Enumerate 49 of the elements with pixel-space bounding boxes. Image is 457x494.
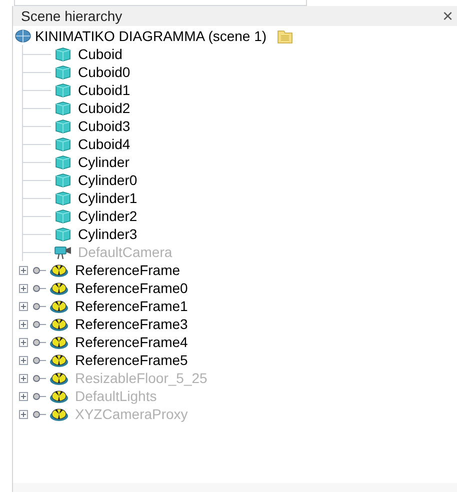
tree-item[interactable]: Cylinder3 — [78, 224, 138, 244]
tree-item[interactable]: KINIMATIKO DIAGRAMMA (scene 1) — [35, 26, 267, 46]
cube-icon — [54, 136, 72, 152]
tree-item[interactable]: ReferenceFrame3 — [75, 314, 188, 334]
camera-icon — [53, 244, 73, 260]
tree-item[interactable]: Cuboid2 — [78, 98, 130, 118]
note-icon — [276, 28, 293, 44]
tree-item[interactable]: Cylinder1 — [78, 188, 138, 208]
tree-item[interactable]: Cuboid0 — [78, 62, 130, 82]
tree-item[interactable]: ReferenceFrame — [75, 260, 180, 280]
frame-icon — [49, 280, 69, 296]
frame-icon — [49, 334, 69, 350]
tree-item[interactable]: Cuboid3 — [78, 116, 130, 136]
cube-icon — [54, 208, 72, 224]
expand-icon[interactable] — [19, 338, 28, 346]
frame-icon — [49, 370, 69, 386]
cube-icon — [54, 82, 72, 98]
frame-icon — [49, 262, 69, 278]
expand-icon[interactable] — [19, 266, 28, 274]
cube-icon — [54, 64, 72, 80]
tree-item[interactable]: ReferenceFrame5 — [75, 350, 188, 370]
frame-icon — [49, 298, 69, 314]
frame-icon — [49, 352, 69, 368]
expand-icon[interactable] — [19, 284, 28, 292]
cube-icon — [54, 190, 72, 206]
cube-icon — [54, 100, 72, 116]
tree-item[interactable]: ReferenceFrame4 — [75, 332, 188, 352]
cube-icon — [54, 118, 72, 134]
tree-item[interactable]: ReferenceFrame1 — [75, 296, 188, 316]
frame-icon — [49, 388, 69, 404]
tree-item[interactable]: Cuboid — [78, 44, 122, 64]
frame-icon — [49, 316, 69, 332]
panel-title: Scene hierarchy — [21, 6, 122, 26]
tree-item[interactable]: Cylinder0 — [78, 170, 138, 190]
tree-item[interactable]: Cylinder2 — [78, 206, 138, 226]
expand-icon[interactable] — [19, 302, 28, 310]
tree-item[interactable]: Cuboid1 — [78, 80, 130, 100]
tree-item[interactable]: Cuboid4 — [78, 134, 130, 154]
cube-icon — [54, 154, 72, 170]
cube-icon — [54, 172, 72, 188]
expand-icon[interactable] — [19, 356, 28, 364]
tree-item[interactable]: ReferenceFrame0 — [75, 278, 188, 298]
globe-icon — [15, 29, 31, 43]
cube-icon — [54, 46, 72, 62]
close-button[interactable]: × — [442, 7, 453, 25]
frame-icon — [49, 406, 69, 422]
tree-item[interactable]: Cylinder — [78, 152, 130, 172]
cube-icon — [54, 226, 72, 242]
expand-icon[interactable] — [19, 320, 28, 328]
